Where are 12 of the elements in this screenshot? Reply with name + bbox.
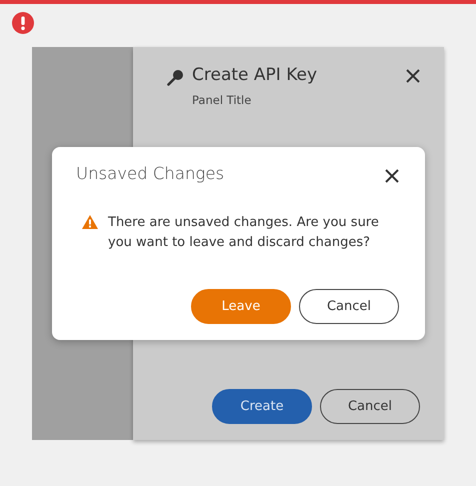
close-icon[interactable] (406, 69, 420, 83)
close-icon[interactable] (385, 168, 399, 182)
panel-subtitle: Panel Title (192, 93, 252, 107)
panel-heading: Create API Key (192, 65, 318, 85)
cancel-button[interactable]: Cancel (320, 389, 420, 424)
dialog-message: There are unsaved changes. Are you sure you want to leave and discard changes? (108, 214, 380, 252)
error-icon (12, 12, 34, 34)
primary-button[interactable]: Create (212, 389, 312, 424)
dialog-title: Unsaved Changes (76, 164, 224, 183)
warning-icon (82, 215, 98, 229)
key-icon (167, 69, 184, 86)
cancel-button[interactable]: Cancel (299, 289, 399, 324)
